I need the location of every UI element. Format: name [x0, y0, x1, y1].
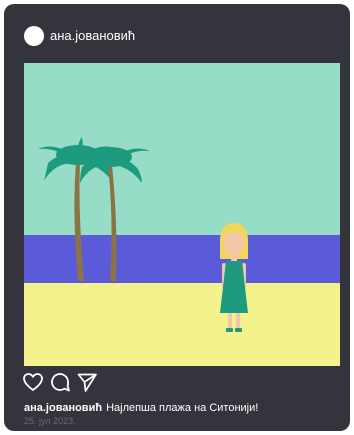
sea [24, 235, 340, 283]
post-photo[interactable] [24, 63, 340, 366]
caption-username[interactable]: ана.јовановић [24, 402, 102, 414]
post-caption: ана.јовановић Најлепша плажа на Ситонији! [24, 402, 340, 415]
post-date: 25. јул 2023. [24, 416, 76, 426]
comment-icon[interactable] [49, 371, 71, 393]
beach-illustration [24, 63, 340, 366]
post-header: ана.јовановић [4, 4, 350, 62]
post-actions [22, 371, 222, 393]
post-card: ана.јовановић ана.јовановић Најлепша пла… [4, 4, 350, 431]
caption-text: Најлепша плажа на Ситонији! [106, 402, 259, 414]
heart-icon[interactable] [22, 371, 44, 393]
avatar[interactable] [24, 26, 44, 46]
send-icon[interactable] [76, 371, 98, 393]
sand [24, 283, 340, 366]
post-username[interactable]: ана.јовановић [50, 28, 135, 44]
